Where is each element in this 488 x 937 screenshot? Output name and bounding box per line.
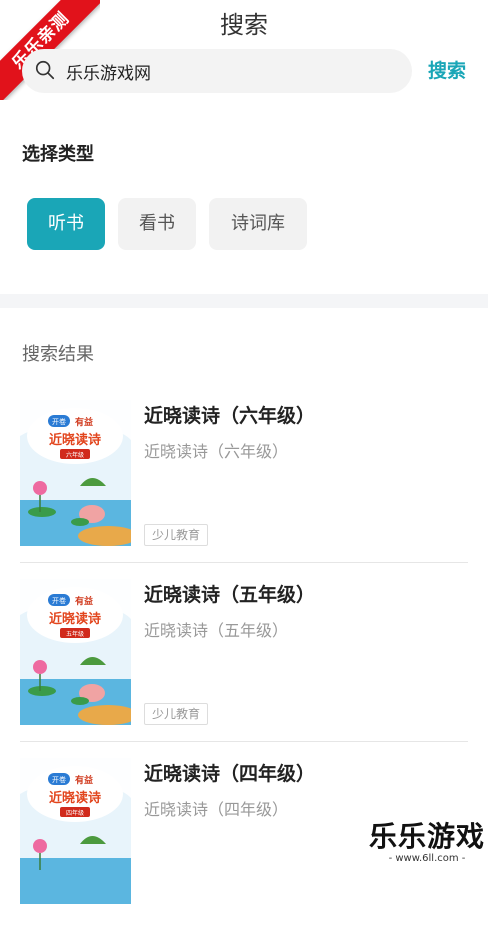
result-item[interactable]: 开卷 有益 近晓读诗 六年级 近晓读诗（六年级） 近晓读诗（六年级） 少儿教育 (0, 400, 488, 579)
cover-grade: 六年级 (66, 451, 84, 459)
cover-title: 近晓读诗 (49, 432, 101, 448)
type-chip-listen[interactable]: 听书 (27, 198, 105, 250)
book-cover: 开卷 有益 近晓读诗 五年级 (20, 579, 131, 725)
cover-badge-right: 有益 (75, 595, 93, 607)
result-subtitle: 近晓读诗（五年级） (144, 621, 289, 640)
search-bar[interactable] (22, 49, 412, 93)
results-section-label: 搜索结果 (22, 344, 94, 365)
result-title[interactable]: 近晓读诗（四年级） (144, 760, 315, 788)
cover-title: 近晓读诗 (49, 790, 101, 806)
cover-badge-left: 开卷 (52, 596, 66, 605)
section-divider (0, 294, 488, 308)
search-icon (35, 60, 55, 80)
cover-badge-left: 开卷 (52, 417, 66, 426)
page-title: 搜索 (220, 11, 268, 39)
book-cover: 开卷 有益 近晓读诗 六年级 (20, 400, 131, 546)
result-subtitle: 近晓读诗（六年级） (144, 442, 289, 461)
result-divider (20, 741, 468, 742)
cover-title: 近晓读诗 (49, 611, 101, 627)
watermark-logo-text: 乐乐游戏 (368, 820, 485, 853)
result-title[interactable]: 近晓读诗（五年级） (144, 581, 315, 609)
result-subtitle: 近晓读诗（四年级） (144, 800, 289, 819)
search-button[interactable]: 搜索 (428, 56, 466, 86)
result-divider (20, 562, 468, 563)
search-input[interactable] (66, 55, 396, 87)
cover-badge-right: 有益 (75, 774, 93, 786)
book-cover: 开卷 有益 近晓读诗 四年级 (20, 758, 131, 904)
result-item[interactable]: 开卷 有益 近晓读诗 五年级 近晓读诗（五年级） 近晓读诗（五年级） 少儿教育 (0, 579, 488, 758)
cover-badge-left: 开卷 (52, 775, 66, 784)
type-chip-read[interactable]: 看书 (118, 198, 196, 250)
cover-grade: 四年级 (66, 809, 84, 817)
result-category-tag: 少儿教育 (144, 524, 209, 546)
cover-badge-right: 有益 (75, 416, 93, 428)
site-watermark: 乐乐游戏 - www.6ll.com - (368, 821, 486, 865)
result-title[interactable]: 近晓读诗（六年级） (144, 402, 315, 430)
cover-grade: 五年级 (66, 630, 84, 638)
type-chip-poetry[interactable]: 诗词库 (209, 198, 307, 250)
watermark-url: - www.6ll.com - (388, 853, 466, 864)
type-section-label: 选择类型 (22, 144, 94, 165)
result-category-tag: 少儿教育 (144, 703, 209, 725)
